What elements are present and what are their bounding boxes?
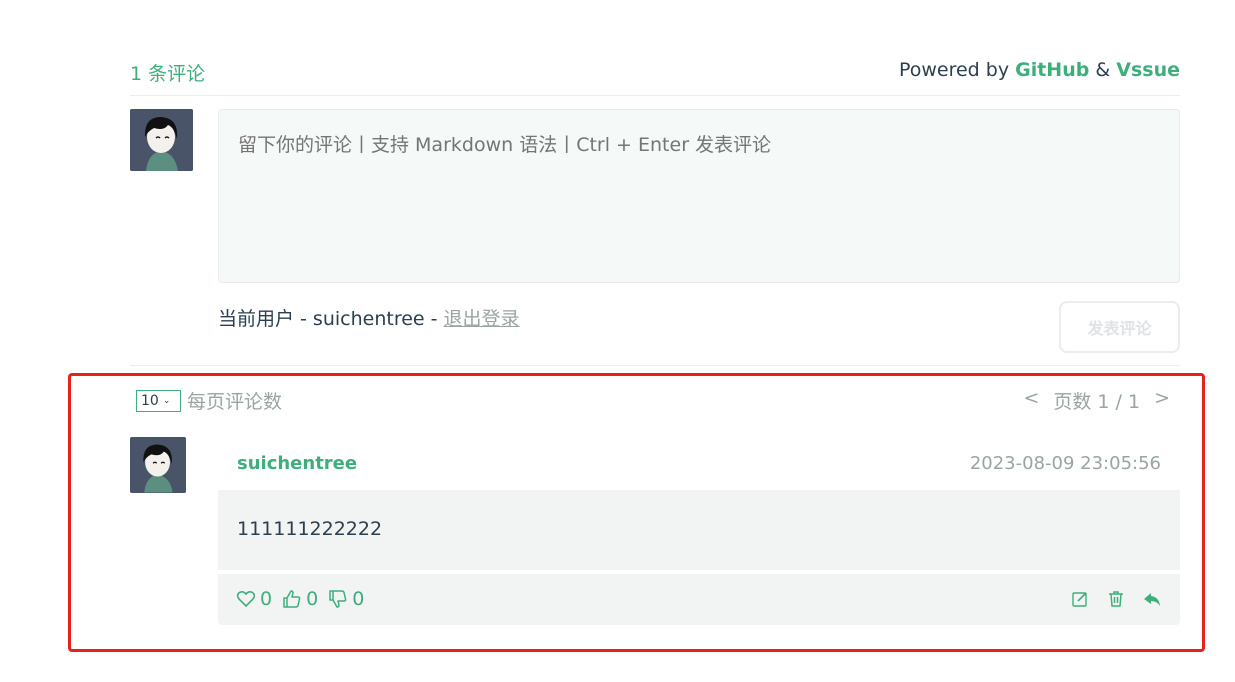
dislike-count: 0 <box>352 588 365 610</box>
comment-time: 2023-08-09 23:05:56 <box>969 453 1161 474</box>
comment-text: 111111222222 <box>237 518 383 540</box>
reactions: 0 0 0 <box>236 588 370 610</box>
thumbs-up-icon[interactable] <box>282 589 302 609</box>
amp: & <box>1095 59 1111 81</box>
submit-comment-button[interactable]: 发表评论 <box>1059 301 1180 353</box>
page-indicator: 页数 1 / 1 <box>1053 391 1141 413</box>
edit-icon[interactable] <box>1070 589 1090 609</box>
comment-author[interactable]: suichentree <box>237 453 357 474</box>
like-count: 0 <box>306 588 319 610</box>
powered-by: Powered by GitHub & Vssue <box>899 59 1180 81</box>
per-page-value: 10 <box>141 393 159 409</box>
divider <box>130 365 1180 366</box>
next-page-button[interactable]: > <box>1154 387 1170 414</box>
current-user-line: 当前用户 - suichentree - 退出登录 <box>218 304 520 331</box>
comment-header: suichentree 2023-08-09 23:05:56 <box>237 453 1180 483</box>
powered-prefix: Powered by <box>898 59 1010 81</box>
github-link[interactable]: GitHub <box>1015 59 1089 81</box>
per-page-select[interactable]: 10 ⌄ <box>136 390 181 412</box>
comment-body: 111111222222 <box>218 490 1180 570</box>
chevron-down-icon: ⌄ <box>162 396 171 406</box>
pagination: < 页数 1 / 1 > <box>1023 387 1170 414</box>
vssue-link[interactable]: Vssue <box>1116 59 1180 81</box>
comment-count: 1 条评论 <box>130 63 206 85</box>
logout-link[interactable]: 退出登录 <box>444 308 520 330</box>
thumbs-down-icon[interactable] <box>328 589 348 609</box>
comment-author-avatar[interactable] <box>130 437 186 493</box>
heart-icon[interactable] <box>236 589 256 609</box>
current-user-avatar <box>130 109 193 171</box>
comment-actions <box>1070 589 1162 609</box>
prev-page-button[interactable]: < <box>1023 387 1039 414</box>
trash-icon[interactable] <box>1106 589 1126 609</box>
comments-header: 1 条评论 Powered by GitHub & Vssue <box>130 56 1180 96</box>
reply-icon[interactable] <box>1142 589 1162 609</box>
comment-input[interactable] <box>218 109 1180 283</box>
heart-count: 0 <box>260 588 273 610</box>
comment-footer: 0 0 0 <box>218 574 1180 625</box>
per-page-label: 每页评论数 <box>187 391 283 413</box>
vssue-comments: 1 条评论 Powered by GitHub & Vssue 当前用户 - s… <box>68 0 1205 682</box>
current-user-text: 当前用户 - suichentree - <box>218 308 444 330</box>
